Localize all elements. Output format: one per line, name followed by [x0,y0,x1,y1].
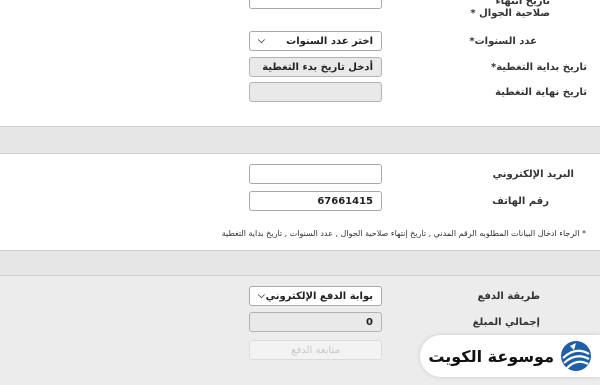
chevron-down-icon: ⌵ [258,36,265,46]
coverage-end-input [249,82,382,102]
phone-expiry-input[interactable] [249,0,382,9]
coverage-start-input[interactable]: أدخل تاريخ بدء التغطية [249,57,382,77]
globe-icon [561,341,591,371]
payment-method-value: بوابة الدفع الإلكتروني [265,290,373,302]
submit-payment-button[interactable]: متابعة الدفع [249,340,382,360]
phone-label: رقم الهاتف [492,196,549,207]
email-input[interactable] [249,164,382,184]
watermark-text: موسوعة الكويت [428,346,554,366]
total-amount-label: إجمالي المبلغ [472,317,540,328]
years-select[interactable]: اختر عدد السنوات ⌵ [249,31,382,51]
payment-method-label: طريقة الدفع [477,291,540,302]
coverage-start-label: تاريخ بداية التغطية* [491,62,587,73]
payment-method-select[interactable]: بوابة الدفع الإلكتروني ⌵ [249,286,382,306]
watermark-logo: موسوعة الكويت [420,335,600,377]
total-amount-input: 0 [249,312,382,332]
years-select-value: اختر عدد السنوات [286,35,373,47]
required-fields-note: * الرجاء ادخال البيانات المطلوبه الرقم ا… [221,229,586,238]
coverage-end-label: تاريخ نهاية التغطية [495,87,587,98]
chevron-down-icon: ⌵ [258,291,265,301]
email-label: البريد الإلكتروني [492,169,574,180]
phone-input[interactable]: 67661415 [249,191,382,211]
phone-expiry-label: تاريخ انتهاء صلاحية الجوال * [470,0,550,19]
years-label: عدد السنوات* [469,36,537,47]
